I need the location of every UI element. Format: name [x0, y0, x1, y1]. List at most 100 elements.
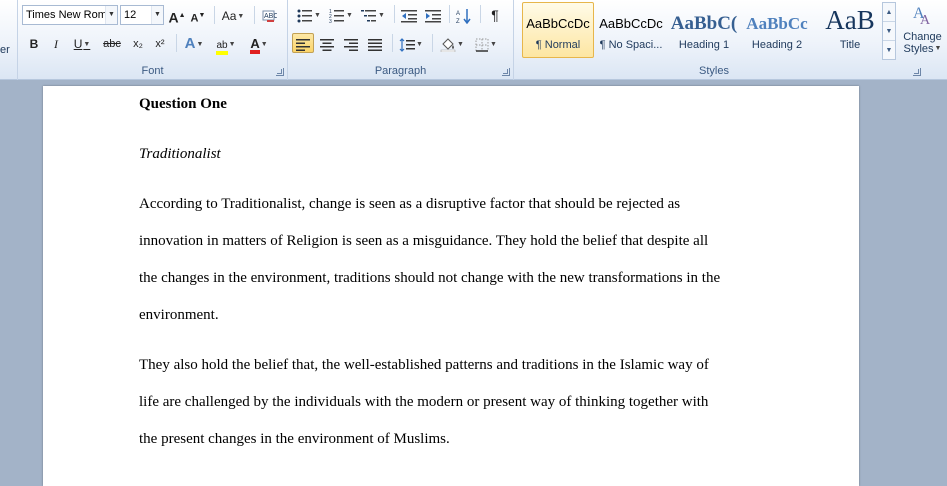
- text-line: According to Traditionalist, change is s…: [139, 196, 681, 212]
- increase-indent-button[interactable]: [422, 4, 444, 24]
- text-line: life are challenged by the individuals w…: [139, 394, 709, 410]
- text-effects-button[interactable]: A▼: [181, 33, 207, 53]
- svg-text:3: 3: [329, 19, 332, 23]
- line-spacing-button[interactable]: ▼: [396, 33, 426, 53]
- style-sample: AaBbCcDc: [599, 16, 663, 31]
- italic-button[interactable]: I: [46, 33, 66, 53]
- text-effects-icon: A: [184, 35, 196, 52]
- superscript-button[interactable]: x²: [150, 33, 170, 53]
- paragraph-group-label: Paragraph: [374, 65, 427, 77]
- chevron-down-icon[interactable]: ▼: [151, 6, 163, 24]
- show-formatting-marks-button[interactable]: ¶: [484, 4, 506, 24]
- align-center-button[interactable]: [316, 33, 338, 53]
- separator: [214, 6, 215, 24]
- gallery-scroll-up-icon[interactable]: ▲: [883, 3, 895, 22]
- numbering-button[interactable]: 1 2 3 ▼: [326, 4, 356, 25]
- text-line: the changes in the environment, traditio…: [139, 270, 721, 286]
- style-normal[interactable]: AaBbCcDc ¶ Normal: [522, 2, 594, 58]
- shading-button[interactable]: ▼: [437, 33, 467, 53]
- chevron-down-icon[interactable]: ▼: [105, 6, 117, 24]
- change-styles-button[interactable]: A A Change Styles▼: [898, 0, 947, 62]
- text-line: environment.: [139, 307, 219, 323]
- sort-button[interactable]: A Z: [453, 4, 475, 25]
- format-painter-label-fragment[interactable]: er: [0, 44, 10, 56]
- document-area: Question One Traditionalist According to…: [0, 80, 947, 486]
- multilevel-list-button[interactable]: ▼: [358, 4, 388, 24]
- paragraph-1: According to Traditionalist, change is s…: [139, 194, 771, 342]
- svg-text:Z: Z: [456, 19, 460, 24]
- font-name-combo[interactable]: Times New Rom ▼: [22, 5, 118, 25]
- shrink-font-button[interactable]: A▼: [188, 5, 208, 25]
- bullets-button[interactable]: ▼: [294, 4, 324, 24]
- style-name: Title: [839, 39, 861, 51]
- paragraph-dialog-launcher-icon[interactable]: [502, 68, 510, 76]
- text-line: the present changes in the environment o…: [139, 431, 450, 447]
- style-sample: AaBbCcDc: [526, 16, 590, 31]
- clear-formatting-button[interactable]: ABC: [258, 5, 280, 25]
- paint-bucket-icon: [440, 38, 456, 53]
- style-no-spacing[interactable]: AaBbCcDc ¶ No Spaci...: [595, 2, 667, 58]
- separator: [176, 34, 177, 52]
- change-styles-label-1: Change: [903, 31, 942, 43]
- change-styles-icon: A A: [913, 5, 931, 28]
- document-body[interactable]: Question One Traditionalist According to…: [139, 94, 771, 466]
- separator: [254, 6, 255, 24]
- styles-gallery-scroll: ▲ ▼ ▼: [882, 2, 896, 60]
- clipboard-group-partial: er: [0, 0, 18, 80]
- align-right-icon: [344, 38, 358, 51]
- bold-button[interactable]: B: [24, 33, 44, 53]
- justify-icon: [368, 38, 382, 51]
- grow-font-button[interactable]: A▲: [167, 5, 187, 26]
- strikethrough-button[interactable]: abc: [99, 33, 125, 53]
- svg-text:ABC: ABC: [264, 13, 277, 20]
- font-size-combo[interactable]: 12 ▼: [120, 5, 164, 25]
- style-name: ¶ Normal: [535, 39, 581, 51]
- superscript-icon: x²: [155, 38, 165, 50]
- separator: [432, 34, 433, 52]
- style-heading-1[interactable]: AaBbC( Heading 1: [668, 2, 740, 58]
- highlighter-icon: ab: [216, 40, 228, 55]
- bold-icon: B: [29, 37, 39, 51]
- justify-button[interactable]: [364, 33, 386, 53]
- font-color-icon: A: [250, 37, 260, 54]
- grow-font-icon: A: [168, 9, 179, 26]
- highlight-button[interactable]: ab▼: [211, 33, 241, 55]
- document-page[interactable]: Question One Traditionalist According to…: [43, 86, 859, 486]
- subscript-icon: x₂: [133, 38, 143, 50]
- borders-icon: [475, 38, 489, 52]
- svg-text:A: A: [920, 13, 931, 28]
- numbering-icon: 1 2 3: [329, 9, 345, 25]
- gallery-scroll-down-icon[interactable]: ▼: [883, 22, 895, 41]
- italic-icon: I: [54, 37, 58, 51]
- line-spacing-icon: [399, 37, 416, 52]
- clear-formatting-icon: ABC: [262, 10, 278, 22]
- pilcrow-icon: ¶: [491, 7, 499, 23]
- paragraph-2: They also hold the belief that, the well…: [139, 355, 771, 466]
- increase-indent-icon: [425, 9, 441, 23]
- font-color-button[interactable]: A▼: [244, 33, 274, 54]
- change-case-icon: Aa: [221, 9, 237, 23]
- gallery-more-icon[interactable]: ▼: [883, 41, 895, 60]
- style-name: ¶ No Spaci...: [599, 39, 663, 51]
- underline-button[interactable]: U▼: [68, 33, 96, 53]
- underline-icon: U: [73, 37, 83, 51]
- change-case-button[interactable]: Aa▼: [218, 5, 248, 25]
- decrease-indent-button[interactable]: [398, 4, 420, 24]
- change-styles-label-2-row: Styles▼: [903, 43, 942, 55]
- align-right-button[interactable]: [340, 33, 362, 53]
- paragraph-group: ▼ 1 2 3 ▼ ▼ A Z ¶ ▼ ▼ ▼ Paragraph: [288, 0, 514, 80]
- subscript-button[interactable]: x₂: [128, 33, 148, 53]
- sort-icon: A Z: [456, 8, 471, 25]
- separator: [392, 34, 393, 52]
- align-center-icon: [320, 38, 334, 51]
- style-sample: AaBbC(: [670, 13, 738, 34]
- align-left-button[interactable]: [292, 33, 314, 53]
- styles-dialog-launcher-icon[interactable]: [913, 68, 921, 76]
- style-name: Heading 2: [751, 39, 803, 51]
- separator: [480, 5, 481, 23]
- font-dialog-launcher-icon[interactable]: [276, 68, 284, 76]
- style-title[interactable]: AaB Title: [814, 2, 886, 58]
- font-group: Times New Rom ▼ 12 ▼ A▲ A▼ Aa▼ ABC B I U…: [18, 0, 288, 80]
- borders-button[interactable]: ▼: [471, 33, 501, 53]
- style-heading-2[interactable]: AaBbCc Heading 2: [741, 2, 813, 58]
